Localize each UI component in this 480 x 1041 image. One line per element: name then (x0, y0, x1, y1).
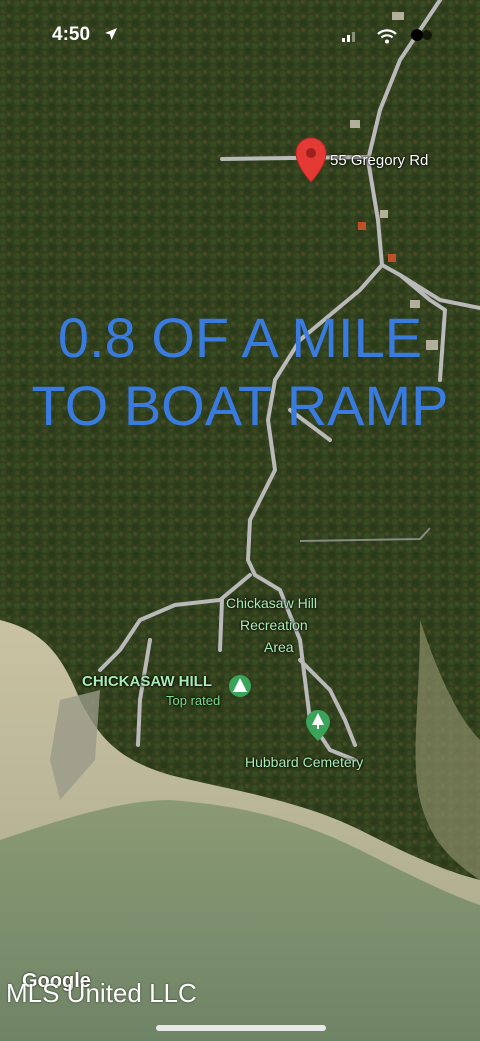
park-rating-label: Top rated (166, 693, 221, 708)
location-arrow-icon (105, 28, 117, 40)
campground-icon[interactable] (229, 675, 251, 697)
wifi-icon (377, 29, 397, 44)
overlay-distance-line1: 0.8 OF A MILE (57, 306, 423, 369)
recreation-area-label-1[interactable]: Chickasaw Hill (226, 595, 317, 611)
recreation-area-label-3[interactable]: Area (264, 639, 294, 655)
mls-watermark: MLS United LLC (6, 978, 197, 1008)
pin-address-label[interactable]: 55 Gregory Rd (330, 152, 428, 169)
park-name-label[interactable]: CHICKASAW HILL (82, 673, 212, 690)
signal-icon (342, 32, 355, 42)
battery-icon (411, 29, 432, 41)
overlay-distance-line2: TO BOAT RAMP (31, 374, 449, 437)
recreation-area-label-2[interactable]: Recreation (240, 617, 308, 633)
cemetery-label[interactable]: Hubbard Cemetery (245, 754, 363, 770)
status-time: 4:50 (52, 24, 91, 45)
home-indicator[interactable] (156, 1025, 326, 1031)
status-bar: 4:50 (0, 22, 480, 50)
